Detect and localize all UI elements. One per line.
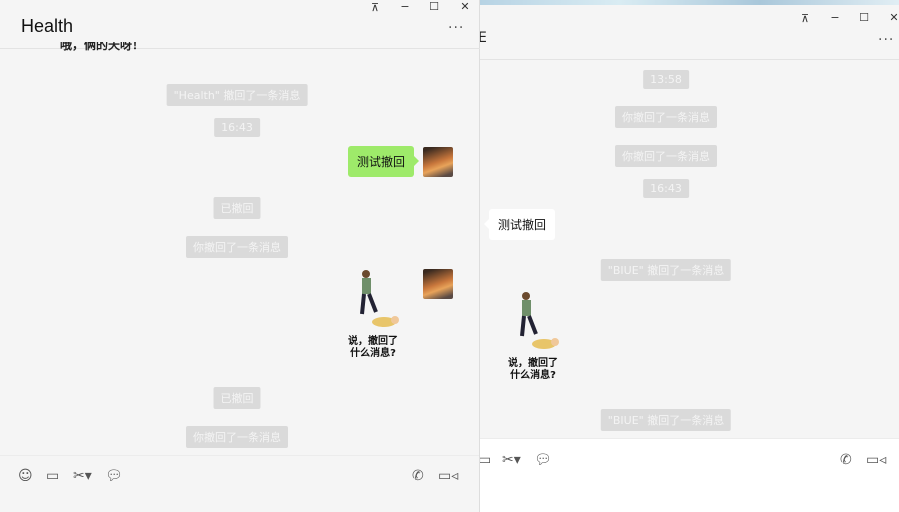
sticker-message[interactable]: 说，撤回了 什么消息? (340, 268, 406, 360)
sticker-caption: 什么消息? (350, 348, 396, 359)
video-icon[interactable]: ▭◃ (866, 452, 886, 468)
right-chat-window: ⊼ − ☐ ✕ E ··· 13:58 你撤回了一条消息 你撤回了一条消息 16… (478, 0, 899, 512)
sticker-message[interactable]: 说，撤回了 什么消息? (500, 290, 566, 382)
recall-notice: "BIUE" 撤回了一条消息 (600, 409, 732, 431)
scissors-icon[interactable]: ✂▾ (73, 468, 92, 484)
chat-title: Health (21, 16, 74, 36)
recall-notice: 你撤回了一条消息 (615, 145, 717, 167)
sticker-figure (520, 292, 559, 349)
phone-icon[interactable]: ✆ (412, 468, 424, 484)
received-message-bubble[interactable]: 测试撤回 (483, 209, 556, 240)
input-toolbar: ☺ ▭ ✂▾ 💬︎ ✆ ▭◃ (0, 455, 479, 512)
timestamp: 16:43 (214, 118, 260, 137)
pin-icon[interactable]: ⊼ (367, 1, 383, 14)
folder-icon[interactable]: ▭ (46, 468, 59, 484)
close-icon[interactable]: ✕ (457, 0, 473, 13)
recalled-notice: 已撤回 (213, 387, 261, 409)
sticker-caption: 说，撤回了 (508, 358, 558, 369)
pin-icon[interactable]: ⊼ (797, 12, 813, 25)
close-icon[interactable]: ✕ (886, 11, 899, 24)
more-options-icon[interactable]: ··· (448, 20, 464, 36)
recall-notice: "BIUE" 撤回了一条消息 (600, 259, 732, 281)
chat-bubble-icon[interactable]: 💬︎ (105, 468, 123, 484)
recalled-notice: 已撤回 (213, 197, 261, 219)
emoji-icon[interactable]: ☺ (18, 468, 33, 484)
header-divider (480, 59, 899, 60)
desktop-background (480, 0, 899, 5)
partial-message: 哦，俩的天呀！ (60, 42, 145, 52)
recall-notice: 你撤回了一条消息 (186, 426, 288, 448)
phone-icon[interactable]: ✆ (840, 452, 852, 468)
chat-bubble-icon[interactable]: 💬︎ (534, 452, 552, 468)
avatar[interactable] (423, 269, 453, 299)
maximize-icon[interactable]: ☐ (426, 0, 442, 13)
recall-notice: "Health" 撤回了一条消息 (166, 84, 308, 106)
maximize-icon[interactable]: ☐ (856, 11, 872, 24)
sticker-figure (360, 270, 399, 327)
sent-message-bubble[interactable]: 测试撤回 (348, 146, 420, 177)
minimize-icon[interactable]: − (827, 11, 843, 24)
timestamp: 16:43 (643, 179, 689, 198)
recall-notice: 你撤回了一条消息 (186, 236, 288, 258)
more-options-icon[interactable]: ··· (878, 32, 894, 48)
recall-notice: 你撤回了一条消息 (615, 106, 717, 128)
left-chat-window: ⊼ − ☐ ✕ Health ··· 哦，俩的天呀！ "Health" 撤回了一… (0, 0, 480, 512)
sticker-caption: 什么消息? (510, 370, 556, 381)
video-icon[interactable]: ▭◃ (438, 468, 458, 484)
scissors-icon[interactable]: ✂▾ (502, 452, 521, 468)
input-toolbar: ▭ ✂▾ 💬︎ ✆ ▭◃ (478, 438, 899, 512)
timestamp: 13:58 (643, 70, 689, 89)
sticker-caption: 说，撤回了 (348, 336, 398, 347)
avatar[interactable] (423, 147, 453, 177)
minimize-icon[interactable]: − (397, 0, 413, 13)
